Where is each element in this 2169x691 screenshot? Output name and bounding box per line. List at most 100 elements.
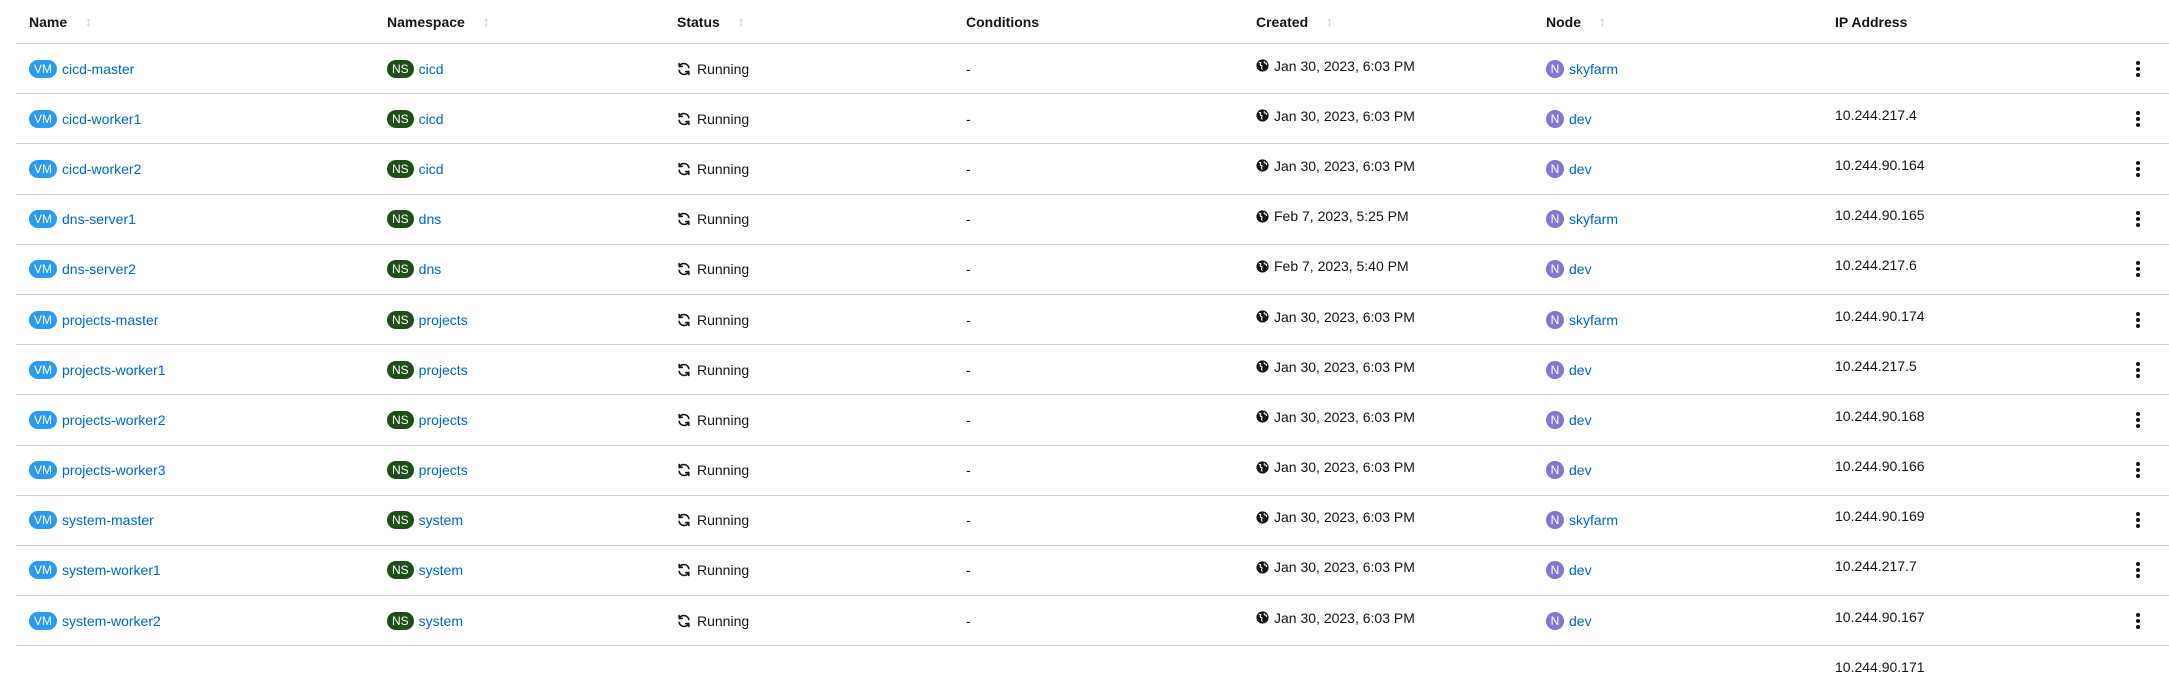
sync-icon xyxy=(677,212,691,226)
conditions-cell: - xyxy=(966,295,971,344)
namespace-link[interactable]: projects xyxy=(419,312,468,328)
column-header-status[interactable]: Status ↕ xyxy=(677,0,744,43)
created-cell: Jan 30, 2023, 6:03 PM xyxy=(1256,593,2169,642)
vm-name-link[interactable]: system-worker2 xyxy=(62,613,161,629)
conditions-cell: - xyxy=(966,496,971,545)
namespace-cell: NS system xyxy=(387,496,463,545)
kebab-icon[interactable] xyxy=(2128,507,2148,533)
namespace-link[interactable]: cicd xyxy=(419,61,444,77)
sort-icon[interactable]: ↕ xyxy=(85,15,92,28)
column-header-namespace[interactable]: Namespace ↕ xyxy=(387,0,489,43)
conditions-text: - xyxy=(966,462,971,479)
table-row: VM cicd-worker2 NS cicd Running - Jan 30… xyxy=(16,144,2169,223)
node-cell: N dev xyxy=(1546,395,1592,444)
sync-icon xyxy=(677,62,691,76)
conditions-cell: - xyxy=(966,395,971,444)
namespace-link[interactable]: projects xyxy=(419,362,468,378)
namespace-link[interactable]: cicd xyxy=(419,161,444,177)
vm-name-link[interactable]: projects-master xyxy=(62,312,158,328)
status-cell: Running xyxy=(677,446,749,495)
sort-icon[interactable]: ↕ xyxy=(1599,15,1606,28)
node-link[interactable]: skyfarm xyxy=(1569,211,1618,227)
table-header-row: Name ↕ Namespace ↕ Status ↕ Conditions C… xyxy=(16,0,2169,44)
node-link[interactable]: skyfarm xyxy=(1569,512,1618,528)
kebab-icon[interactable] xyxy=(2128,106,2148,132)
column-header-ip-address: IP Address xyxy=(1835,0,1907,43)
node-link[interactable]: dev xyxy=(1569,562,1592,578)
namespace-link[interactable]: dns xyxy=(419,211,442,227)
node-link[interactable]: skyfarm xyxy=(1569,61,1618,77)
kebab-icon[interactable] xyxy=(2128,56,2148,82)
kebab-icon[interactable] xyxy=(2128,206,2148,232)
sync-icon xyxy=(677,112,691,126)
sort-icon[interactable]: ↕ xyxy=(483,15,490,28)
globe-icon xyxy=(1256,260,1269,273)
table-row: VM system-worker2 NS system Running - Ja… xyxy=(16,593,2169,675)
column-header-namespace-label: Namespace xyxy=(387,13,465,30)
vm-name-link[interactable]: system-worker1 xyxy=(62,562,161,578)
sort-icon[interactable]: ↕ xyxy=(1326,15,1333,28)
vm-name-link[interactable]: cicd-worker2 xyxy=(62,161,141,177)
node-link[interactable]: skyfarm xyxy=(1569,312,1618,328)
node-link[interactable]: dev xyxy=(1569,261,1592,277)
kebab-icon[interactable] xyxy=(2128,608,2148,634)
vm-name-link[interactable]: dns-server2 xyxy=(62,261,136,277)
kebab-icon[interactable] xyxy=(2128,407,2148,433)
column-header-name[interactable]: Name ↕ xyxy=(29,0,92,43)
column-header-created[interactable]: Created ↕ xyxy=(1256,0,1333,43)
row-actions-cell xyxy=(2126,144,2150,193)
node-cell: N dev xyxy=(1546,245,1592,294)
vm-name-link[interactable]: projects-worker2 xyxy=(62,412,165,428)
namespace-badge: NS xyxy=(387,59,414,78)
node-link[interactable]: dev xyxy=(1569,161,1592,177)
kebab-icon[interactable] xyxy=(2128,457,2148,483)
conditions-text: - xyxy=(966,160,971,177)
vm-name-link[interactable]: projects-worker3 xyxy=(62,462,165,478)
node-link[interactable]: dev xyxy=(1569,111,1592,127)
node-cell: N dev xyxy=(1546,596,1592,645)
sync-icon xyxy=(677,313,691,327)
status-text: Running xyxy=(697,411,750,428)
sort-icon[interactable]: ↕ xyxy=(738,15,745,28)
namespace-link[interactable]: dns xyxy=(419,261,442,277)
node-link[interactable]: dev xyxy=(1569,462,1592,478)
namespace-link[interactable]: projects xyxy=(419,412,468,428)
column-header-node[interactable]: Node ↕ xyxy=(1546,0,1606,43)
column-header-conditions: Conditions xyxy=(966,0,1039,43)
status-cell: Running xyxy=(677,195,749,244)
row-actions-cell xyxy=(2126,596,2150,645)
namespace-link[interactable]: cicd xyxy=(419,111,444,127)
kebab-icon[interactable] xyxy=(2128,256,2148,282)
vm-name-link[interactable]: cicd-worker1 xyxy=(62,111,141,127)
namespace-link[interactable]: system xyxy=(419,562,463,578)
globe-icon xyxy=(1256,511,1269,524)
node-link[interactable]: dev xyxy=(1569,613,1592,629)
vm-badge: VM xyxy=(29,260,57,279)
kebab-icon[interactable] xyxy=(2128,156,2148,182)
vm-name-link[interactable]: dns-server1 xyxy=(62,211,136,227)
conditions-text: - xyxy=(966,60,971,77)
kebab-icon[interactable] xyxy=(2128,357,2148,383)
vm-name-link[interactable]: projects-worker1 xyxy=(62,362,165,378)
status-text: Running xyxy=(697,612,750,629)
namespace-badge: NS xyxy=(387,461,414,480)
vm-name-cell: VM cicd-worker1 xyxy=(29,94,141,143)
status-cell: Running xyxy=(677,245,749,294)
namespace-link[interactable]: system xyxy=(419,613,463,629)
created-cell: Jan 30, 2023, 6:03 PM xyxy=(1256,443,2169,492)
conditions-text: - xyxy=(966,110,971,127)
node-link[interactable]: dev xyxy=(1569,412,1592,428)
conditions-text: - xyxy=(966,311,971,328)
vm-name-link[interactable]: cicd-master xyxy=(62,61,134,77)
created-timestamp: Jan 30, 2023, 6:03 PM xyxy=(1274,559,1415,576)
kebab-icon[interactable] xyxy=(2128,557,2148,583)
status-text: Running xyxy=(697,562,750,579)
namespace-cell: NS dns xyxy=(387,195,441,244)
namespace-link[interactable]: system xyxy=(419,512,463,528)
kebab-icon[interactable] xyxy=(2128,307,2148,333)
namespace-link[interactable]: projects xyxy=(419,462,468,478)
namespace-badge: NS xyxy=(387,360,414,379)
table-row: VM projects-worker1 NS projects Running … xyxy=(16,345,2169,424)
vm-name-link[interactable]: system-master xyxy=(62,512,154,528)
node-link[interactable]: dev xyxy=(1569,362,1592,378)
